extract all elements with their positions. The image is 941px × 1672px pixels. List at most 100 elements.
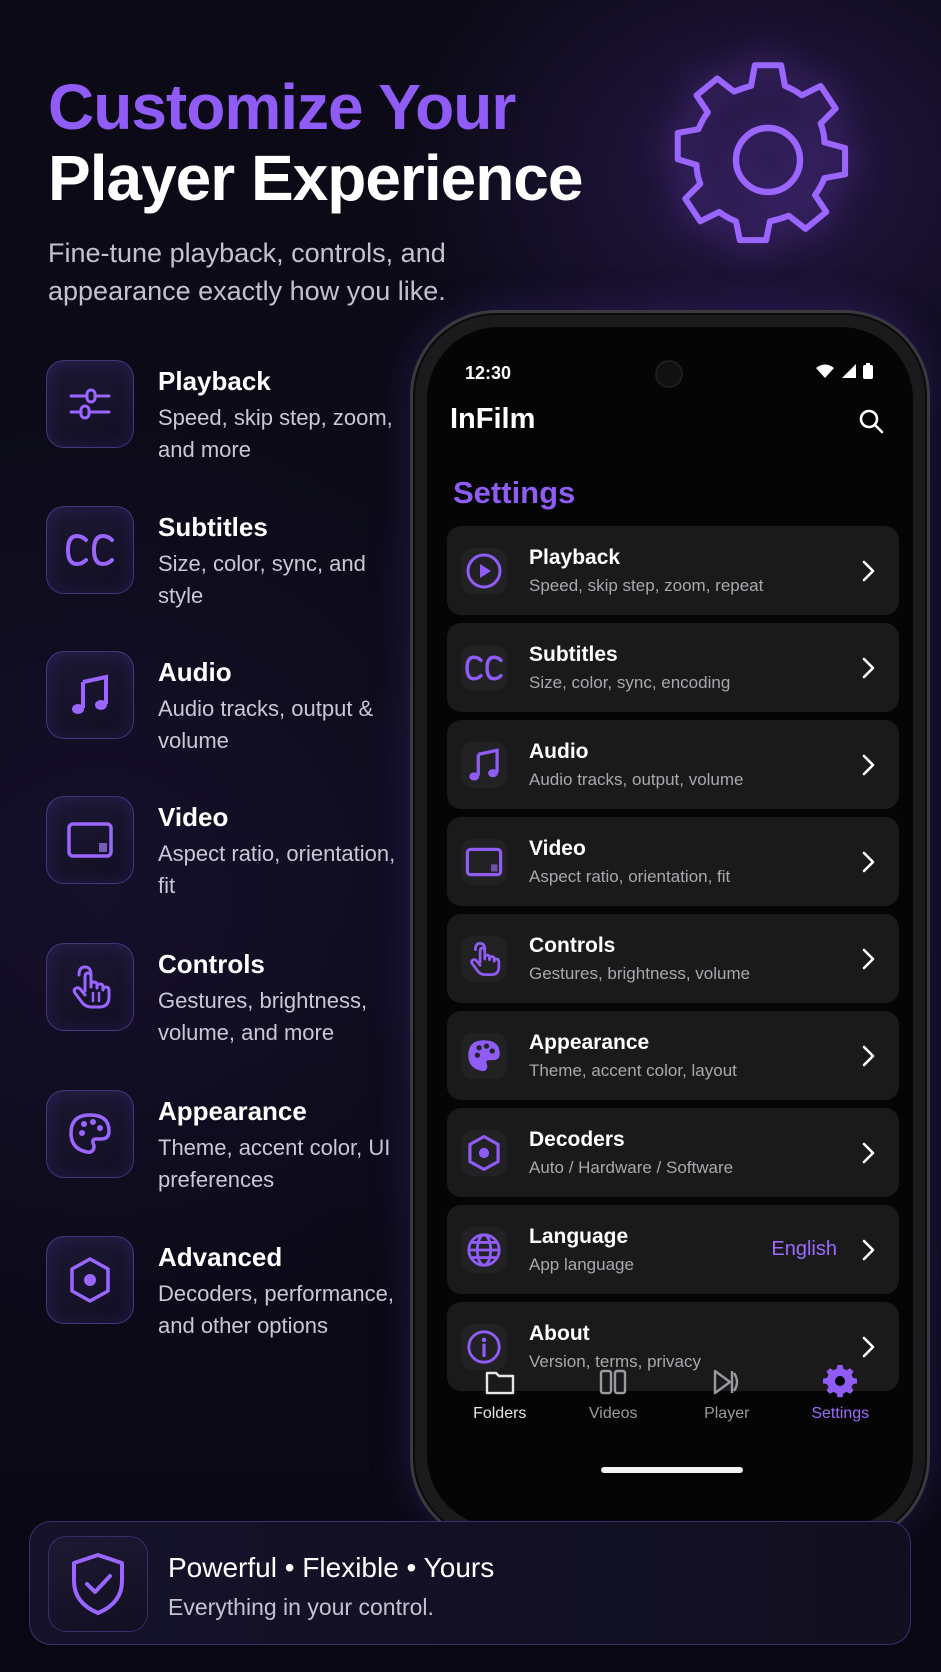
chevron-right-icon — [862, 560, 875, 582]
feature-playback: Playback Speed, skip step, zoom, and mor… — [46, 360, 406, 480]
phone-screen: 12:30 InFilm Settings Playback Speed, sk… — [427, 327, 913, 1527]
language-value: English — [771, 1238, 837, 1260]
settings-row-video[interactable]: Video Aspect ratio, orientation, fit — [447, 817, 899, 906]
row-title: Video — [529, 837, 586, 860]
globe-icon — [461, 1227, 507, 1273]
row-title: Decoders — [529, 1128, 625, 1151]
wifi-icon — [816, 364, 834, 378]
feature-desc: Speed, skip step, zoom, and more — [158, 405, 393, 462]
settings-row-language[interactable]: Language App language English — [447, 1205, 899, 1294]
gear-icon — [823, 1365, 858, 1398]
feature-desc: Audio tracks, output & volume — [158, 696, 374, 753]
row-subtitle: Size, color, sync, encoding — [529, 673, 731, 692]
bottom-nav: Folders Videos Player Settings — [427, 1365, 913, 1455]
feature-desc: Gestures, brightness, volume, and more — [158, 988, 368, 1045]
page-title: Settings — [453, 475, 576, 510]
folder-icon — [485, 1371, 514, 1395]
feature-advanced: Advanced Decoders, performance, and othe… — [46, 1236, 406, 1356]
chevron-right-icon — [862, 657, 875, 679]
hexagon-icon — [46, 1236, 134, 1324]
cc-icon — [46, 506, 134, 594]
video-frame-icon — [461, 839, 507, 885]
chevron-right-icon — [862, 754, 875, 776]
settings-row-appearance[interactable]: Appearance Theme, accent color, layout — [447, 1011, 899, 1100]
settings-row-controls[interactable]: Controls Gestures, brightness, volume — [447, 914, 899, 1003]
feature-desc: Size, color, sync, and style — [158, 551, 366, 608]
hero-subtitle: Fine-tune playback, controls, and appear… — [48, 238, 446, 306]
status-icons — [815, 361, 873, 381]
row-title: Playback — [529, 546, 621, 569]
chevron-right-icon — [862, 1142, 875, 1164]
video-frame-icon — [46, 796, 134, 884]
feature-desc: Theme, accent color, UI preferences — [158, 1135, 391, 1192]
feature-controls: Controls Gestures, brightness, volume, a… — [46, 943, 406, 1063]
row-subtitle: Theme, accent color, layout — [529, 1061, 737, 1080]
hand-tap-icon — [461, 936, 507, 982]
settings-row-subtitles[interactable]: Subtitles Size, color, sync, encoding — [447, 623, 899, 712]
search-button[interactable] — [855, 405, 887, 437]
nav-folders[interactable]: Folders — [445, 1365, 555, 1455]
palette-icon — [46, 1090, 134, 1178]
footer-title: Powerful • Flexible • Yours — [168, 1552, 495, 1583]
row-subtitle: Speed, skip step, zoom, repeat — [529, 576, 764, 595]
hand-tap-icon — [46, 943, 134, 1031]
home-indicator[interactable] — [601, 1467, 743, 1473]
nav-settings[interactable]: Settings — [785, 1365, 895, 1455]
chevron-right-icon — [862, 851, 875, 873]
feature-subtitles: Subtitles Size, color, sync, and style — [46, 506, 406, 626]
nav-videos[interactable]: Videos — [558, 1365, 668, 1455]
feature-appearance: Appearance Theme, accent color, UI prefe… — [46, 1090, 406, 1210]
chevron-right-icon — [862, 1239, 875, 1261]
battery-icon — [863, 363, 873, 379]
nav-label: Settings — [811, 1405, 870, 1422]
feature-title: Audio — [158, 657, 232, 687]
row-subtitle: Audio tracks, output, volume — [529, 770, 744, 789]
feature-desc: Aspect ratio, orientation, fit — [158, 841, 396, 898]
chevron-right-icon — [862, 948, 875, 970]
feature-title: Controls — [158, 949, 265, 979]
row-subtitle: Aspect ratio, orientation, fit — [529, 867, 731, 886]
row-title: Audio — [529, 740, 589, 763]
hexagon-icon — [461, 1130, 507, 1176]
row-title: About — [529, 1322, 590, 1345]
hero-title-line1: Customize Your — [48, 71, 516, 143]
row-subtitle: Auto / Hardware / Software — [529, 1158, 734, 1177]
feature-video: Video Aspect ratio, orientation, fit — [46, 796, 406, 916]
feature-title: Playback — [158, 366, 271, 396]
nav-player[interactable]: Player — [672, 1365, 782, 1455]
search-icon — [859, 409, 884, 434]
row-title: Controls — [529, 934, 616, 957]
footer-card: Powerful • Flexible • Yours Everything i… — [29, 1521, 911, 1645]
row-subtitle: Gestures, brightness, volume — [529, 964, 751, 983]
row-title: Subtitles — [529, 643, 618, 666]
feature-desc: Decoders, performance, and other options — [158, 1281, 394, 1338]
row-title: Language — [529, 1225, 629, 1248]
music-note-icon — [46, 651, 134, 739]
hero-title-line2: Player Experience — [48, 142, 583, 214]
info-icon — [461, 1324, 507, 1370]
app-title: InFilm — [450, 403, 536, 435]
palette-icon — [461, 1033, 507, 1079]
status-time: 12:30 — [465, 363, 512, 383]
nav-label: Folders — [473, 1405, 527, 1422]
feature-title: Advanced — [158, 1242, 283, 1272]
chevron-right-icon — [862, 1336, 875, 1358]
player-icon — [713, 1369, 738, 1395]
signal-icon — [842, 364, 856, 378]
shield-check-icon — [48, 1536, 148, 1632]
front-camera — [655, 360, 683, 388]
cc-icon — [461, 645, 507, 691]
feature-audio: Audio Audio tracks, output & volume — [46, 651, 406, 771]
feature-title: Subtitles — [158, 512, 268, 542]
nav-label: Player — [704, 1405, 750, 1422]
videos-icon — [600, 1369, 627, 1395]
play-circle-icon — [461, 548, 507, 594]
sliders-icon — [46, 360, 134, 448]
settings-list: Playback Speed, skip step, zoom, repeat … — [447, 526, 899, 1399]
gear-icon — [674, 62, 849, 244]
row-title: Appearance — [529, 1031, 650, 1054]
settings-row-playback[interactable]: Playback Speed, skip step, zoom, repeat — [447, 526, 899, 615]
settings-row-audio[interactable]: Audio Audio tracks, output, volume — [447, 720, 899, 809]
chevron-right-icon — [862, 1045, 875, 1067]
settings-row-decoders[interactable]: Decoders Auto / Hardware / Software — [447, 1108, 899, 1197]
